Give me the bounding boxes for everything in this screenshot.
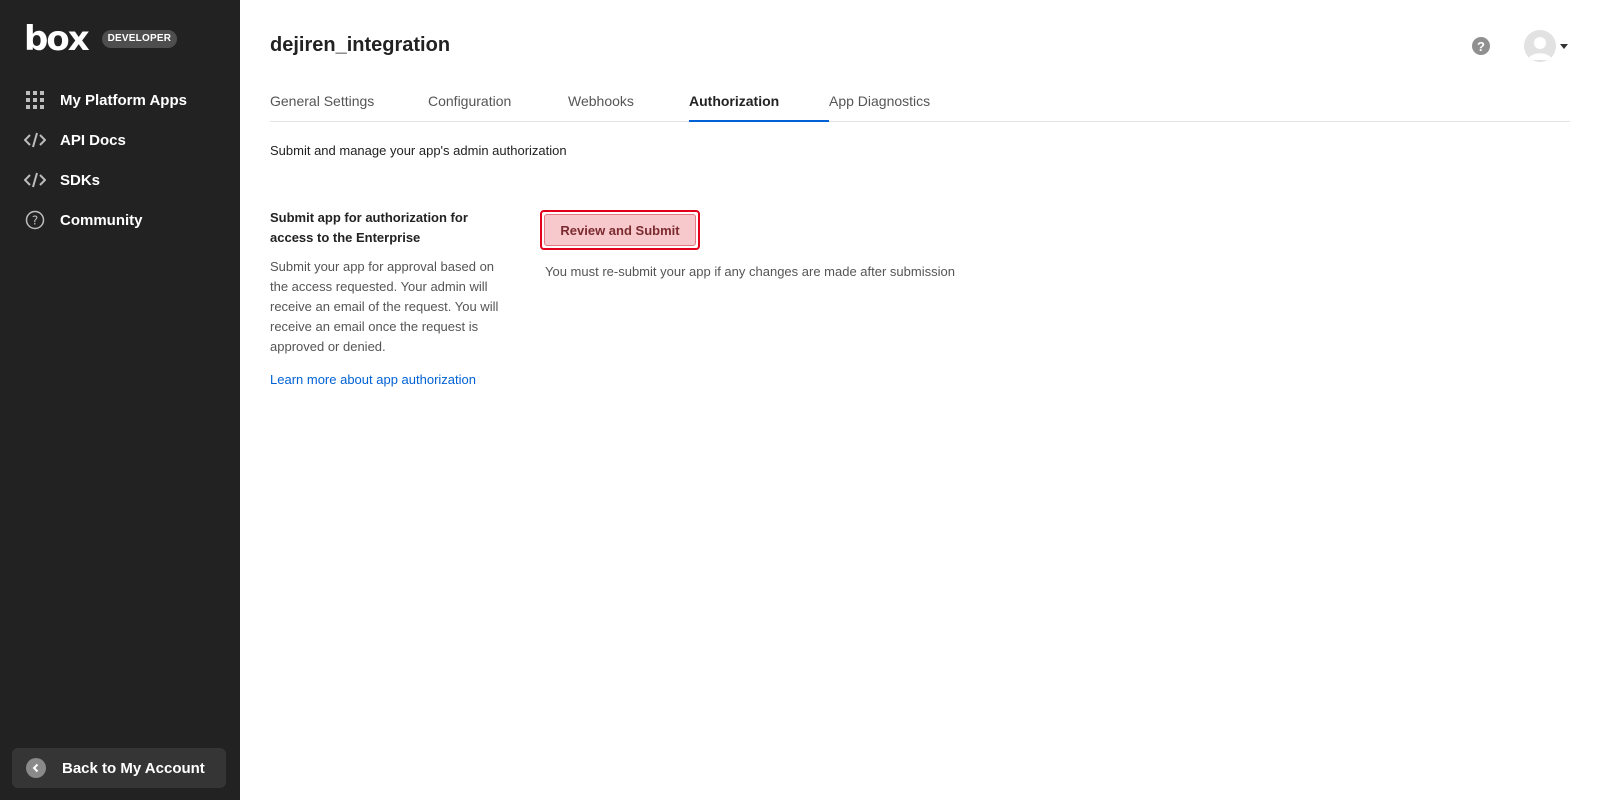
resubmit-note: You must re-submit your app if any chang… bbox=[545, 264, 955, 279]
question-circle-icon: ? bbox=[24, 210, 46, 230]
svg-text:?: ? bbox=[32, 214, 38, 228]
box-logo: box bbox=[24, 19, 90, 59]
section-description: Submit your app for approval based on th… bbox=[270, 259, 499, 354]
review-and-submit-label: Review and Submit bbox=[544, 214, 696, 246]
grid-icon bbox=[24, 90, 46, 110]
back-button-label: Back to My Account bbox=[62, 759, 205, 777]
page-title: dejiren_integration bbox=[270, 34, 451, 56]
tab-authorization[interactable]: Authorization bbox=[689, 82, 829, 122]
sidebar-item-sdks[interactable]: SDKs bbox=[0, 160, 240, 200]
sidebar-item-label: API Docs bbox=[60, 131, 126, 149]
sidebar-nav: My Platform Apps API Docs SDKs ? Communi… bbox=[0, 80, 240, 240]
back-to-my-account-button[interactable]: Back to My Account bbox=[12, 748, 226, 788]
page-subtitle: Submit and manage your app's admin autho… bbox=[270, 143, 567, 158]
main-content: dejiren_integration ? General Settings C… bbox=[240, 0, 1600, 800]
chevron-down-icon bbox=[1560, 43, 1568, 49]
account-menu[interactable] bbox=[1524, 30, 1568, 62]
help-icon[interactable]: ? bbox=[1472, 37, 1490, 55]
sidebar-item-api-docs[interactable]: API Docs bbox=[0, 120, 240, 160]
code-icon bbox=[24, 130, 46, 150]
sidebar: box DEVELOPER My Platform Apps API Docs … bbox=[0, 0, 240, 800]
app-window: box DEVELOPER My Platform Apps API Docs … bbox=[0, 0, 1600, 800]
brand[interactable]: box DEVELOPER bbox=[24, 19, 178, 59]
review-and-submit-button[interactable]: Review and Submit bbox=[540, 210, 700, 250]
tab-bar: General Settings Configuration Webhooks … bbox=[270, 82, 1570, 122]
tab-webhooks[interactable]: Webhooks bbox=[568, 82, 634, 122]
sidebar-item-label: Community bbox=[60, 211, 143, 229]
code-icon bbox=[24, 170, 46, 190]
tab-app-diagnostics[interactable]: App Diagnostics bbox=[829, 82, 930, 122]
tab-general-settings[interactable]: General Settings bbox=[270, 82, 374, 122]
tab-configuration[interactable]: Configuration bbox=[428, 82, 511, 122]
sidebar-item-label: My Platform Apps bbox=[60, 91, 187, 109]
sidebar-item-community[interactable]: ? Community bbox=[0, 200, 240, 240]
sidebar-item-my-platform-apps[interactable]: My Platform Apps bbox=[0, 80, 240, 120]
developer-badge: DEVELOPER bbox=[101, 30, 178, 48]
sidebar-item-label: SDKs bbox=[60, 171, 101, 189]
learn-more-link[interactable]: Learn more about app authorization bbox=[270, 372, 476, 387]
section-title: Submit app for authorization for access … bbox=[270, 210, 468, 245]
avatar bbox=[1524, 30, 1556, 62]
chevron-left-icon bbox=[26, 758, 46, 778]
